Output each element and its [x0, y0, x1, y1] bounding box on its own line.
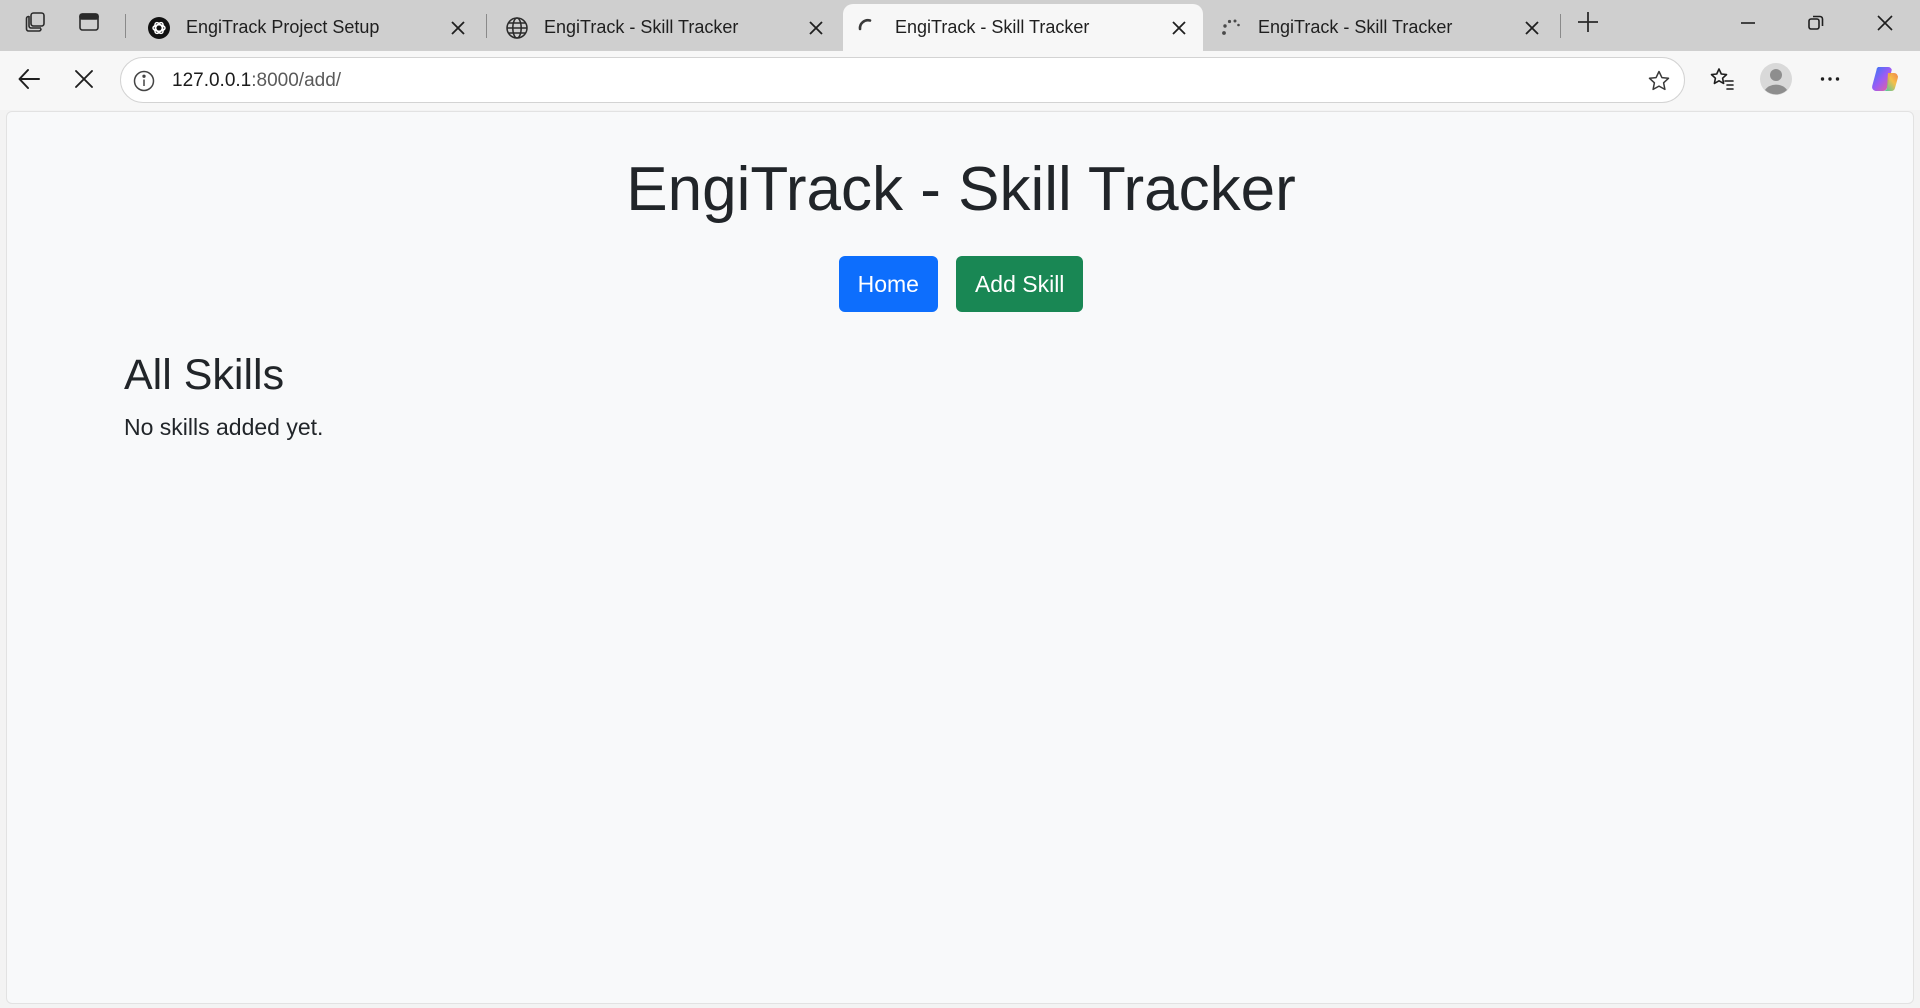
- stop-loading-button[interactable]: [66, 63, 102, 99]
- tab-title: EngiTrack - Skill Tracker: [895, 17, 1090, 37]
- home-button[interactable]: Home: [838, 256, 938, 312]
- tab-title: EngiTrack Project Setup: [186, 17, 380, 37]
- copilot-icon: [1869, 63, 1901, 100]
- loading-dots-icon: [1218, 15, 1244, 41]
- close-tab-icon[interactable]: [1167, 16, 1191, 40]
- loading-spinner-icon: [855, 15, 881, 41]
- copilot-button[interactable]: [1867, 63, 1903, 99]
- tab-engitrack-skill-tracker-active[interactable]: EngiTrack - Skill Tracker: [843, 4, 1203, 51]
- browser-window: EngiTrack Project Setup EngiTrack - Skil…: [0, 0, 1920, 1008]
- close-icon: [1876, 14, 1894, 37]
- favorites-button[interactable]: [1704, 63, 1740, 99]
- browser-toolbar: 127.0.0.1:8000/add/: [0, 51, 1920, 110]
- url-host: 127.0.0.1: [172, 70, 252, 91]
- profile-button[interactable]: [1758, 62, 1794, 101]
- close-tab-icon[interactable]: [1520, 16, 1544, 40]
- avatar-icon: [1759, 62, 1793, 101]
- tab-separator: [125, 14, 126, 38]
- tab-engitrack-project-setup[interactable]: EngiTrack Project Setup: [134, 4, 482, 51]
- star-icon[interactable]: [1646, 68, 1672, 94]
- address-bar[interactable]: 127.0.0.1:8000/add/: [120, 57, 1685, 103]
- close-tab-icon[interactable]: [446, 16, 470, 40]
- minimize-icon: [1739, 14, 1757, 37]
- arrow-left-icon: [16, 66, 42, 97]
- back-button[interactable]: [11, 63, 47, 99]
- vertical-tabs-icon: [77, 10, 101, 39]
- tab-separator: [1560, 14, 1561, 38]
- plus-icon: [1576, 10, 1600, 39]
- workspaces-icon: [24, 10, 48, 39]
- tab-actions-button[interactable]: [72, 9, 106, 39]
- tab-title: EngiTrack - Skill Tracker: [544, 17, 739, 37]
- restore-icon: [1807, 14, 1825, 37]
- tab-engitrack-skill-tracker-loading[interactable]: EngiTrack - Skill Tracker: [1206, 4, 1556, 51]
- favorites-icon: [1709, 66, 1735, 97]
- restore-button[interactable]: [1789, 0, 1843, 50]
- workspaces-button[interactable]: [19, 9, 53, 39]
- more-dots-icon: [1818, 67, 1842, 96]
- tab-title: EngiTrack - Skill Tracker: [1258, 17, 1453, 37]
- page-viewport: EngiTrack - Skill Tracker Home Add Skill…: [6, 111, 1914, 1004]
- settings-and-more-button[interactable]: [1812, 63, 1848, 99]
- minimize-button[interactable]: [1721, 0, 1775, 50]
- page-title: EngiTrack - Skill Tracker: [626, 155, 1296, 224]
- openai-logo-icon: [146, 15, 172, 41]
- url-path: :8000/add/: [251, 70, 342, 91]
- tab-separator: [486, 14, 487, 38]
- close-icon: [74, 69, 94, 94]
- tab-engitrack-skill-tracker-1[interactable]: EngiTrack - Skill Tracker: [492, 4, 840, 51]
- page-nav: Home Add Skill: [7, 256, 1913, 312]
- add-skill-button[interactable]: Add Skill: [955, 256, 1084, 312]
- address-url[interactable]: 127.0.0.1:8000/add/: [172, 70, 341, 92]
- empty-state-message: No skills added yet.: [124, 414, 324, 440]
- close-tab-icon[interactable]: [804, 16, 828, 40]
- globe-icon: [504, 15, 530, 41]
- new-tab-button[interactable]: [1571, 9, 1605, 39]
- site-info-icon[interactable]: [132, 69, 156, 93]
- close-window-button[interactable]: [1858, 0, 1912, 50]
- section-title-all-skills: All Skills: [124, 351, 285, 399]
- tab-strip: EngiTrack Project Setup EngiTrack - Skil…: [0, 0, 1920, 51]
